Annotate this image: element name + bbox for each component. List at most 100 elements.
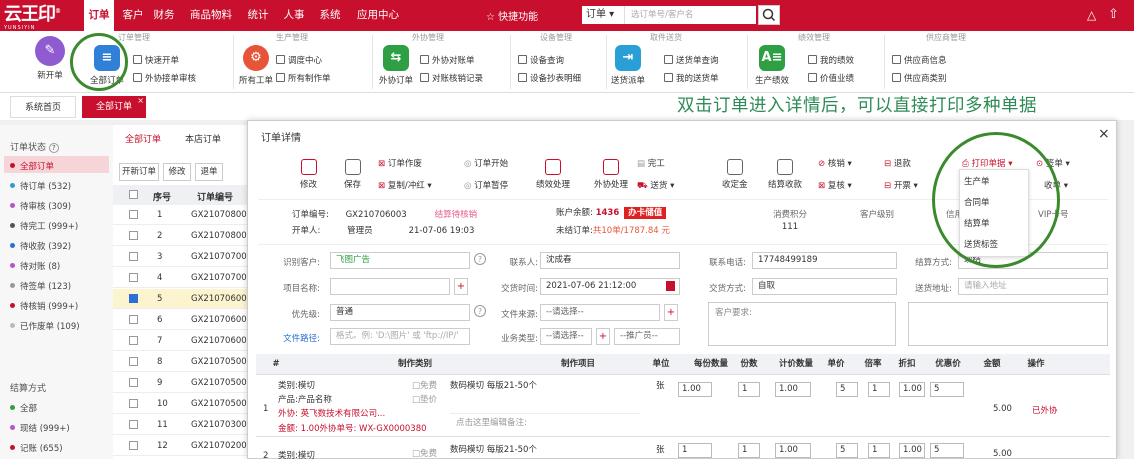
project-select[interactable] [330,278,450,295]
collapse-up-icon[interactable]: ⇧ [1108,7,1119,22]
settle-filter-item[interactable]: 现结 (999+) [10,422,70,434]
file-path-label[interactable]: 文件路径: [268,332,320,344]
tab-home[interactable]: 系统首页 [10,96,76,118]
supplier-class-button[interactable]: 供应商类别 [892,72,947,84]
file-source-select[interactable]: --请选择-- [540,304,660,321]
search-input[interactable]: 选订单号/客户名 [624,6,756,24]
item-copies-input[interactable]: 1 [738,382,760,397]
device-meter-button[interactable]: 设备抄表明细 [518,72,581,84]
nav-finance[interactable]: 财务 [150,0,178,31]
new-order-button[interactable]: ✎ 新开单 [30,36,70,81]
customer-input[interactable]: 飞图广告 [330,252,470,269]
save-button[interactable]: 保存 [344,159,361,190]
item-rate-input[interactable]: 1 [868,443,890,458]
outsource-account-button[interactable]: 外协对账单 [420,54,475,66]
table-row[interactable]: 3 GX21070700 [113,247,253,267]
delivery-time-input[interactable]: 2021-07-06 21:12:00 [540,278,680,295]
free-checkbox[interactable]: □免费 [412,447,437,459]
free-checkbox[interactable]: □免费 [412,379,437,391]
add-project-button[interactable]: + [454,278,468,295]
add-source-button[interactable]: + [664,304,678,321]
nav-order[interactable]: 订单 [84,0,114,31]
value-perf-button[interactable]: 价值业绩 [808,72,854,84]
recheck-button[interactable]: ⊠ 复核 ▾ [818,179,852,191]
item-calc-input[interactable]: 1.00 [775,382,811,397]
item-price-input[interactable]: 5 [836,382,858,397]
close-icon[interactable]: × [137,90,144,112]
pause-button[interactable]: ◎ 订单暂停 [464,179,508,191]
outsource-order-button[interactable]: ⇆ 外协订单 [376,45,416,86]
delivery-query-button[interactable]: 送货单查询 [664,54,719,66]
search-button[interactable] [758,5,780,25]
help-icon[interactable]: ? [474,253,486,265]
invoice-button[interactable]: ⊟ 开票 ▾ [884,179,918,191]
nav-hr[interactable]: 人事 [280,0,308,31]
status-filter-item[interactable]: 待订单 (532) [10,180,71,192]
table-row[interactable]: 10 GX21070500 [113,394,253,414]
phone-input[interactable]: 17748499189 [752,252,897,269]
schedule-button[interactable]: 调度中心 [276,54,322,66]
item-disc-input[interactable]: 1.00 [899,443,925,458]
quick-function[interactable]: ☆ 快捷功能 [486,8,538,23]
table-row[interactable]: 4 GX21070700 [113,268,253,288]
delivery-dispatch-button[interactable]: ⇥ 送货派单 [608,45,648,86]
row-checkbox[interactable] [129,231,138,240]
edit-button[interactable]: 修改 [300,159,317,190]
row-checkbox[interactable] [129,252,138,261]
table-row[interactable]: 2 GX21070800 [113,226,253,246]
start-button[interactable]: ◎ 订单开始 [464,157,508,169]
item-copies-input[interactable]: 1 [738,443,760,458]
status-filter-item[interactable]: 全部订单 [10,160,54,172]
table-row[interactable]: 1 GX21070800 [113,205,253,225]
settle-button[interactable]: 结算收款 [768,159,802,190]
new-order-list-button[interactable]: 开新订单 [119,163,159,181]
help-icon[interactable]: ? [48,143,59,153]
item-qty-input[interactable]: 1.00 [678,382,712,397]
outsource-button[interactable]: 外协处理 [594,159,628,190]
row-checkbox[interactable] [129,378,138,387]
nav-customer[interactable]: 客户 [119,0,147,31]
row-checkbox[interactable] [129,441,138,450]
order-select[interactable]: 订单 ▾ [582,6,624,24]
settle-filter-item[interactable]: 记账 (655) [10,442,63,454]
select-all-checkbox[interactable] [129,190,138,199]
item-disc-input[interactable]: 1.00 [899,382,925,397]
contact-input[interactable]: 沈成春 [540,252,680,269]
delivery-button[interactable]: ⛟ 送货 ▾ [637,179,674,192]
item-calc-input[interactable]: 1.00 [775,443,811,458]
table-row[interactable]: 5 GX21070600 [113,289,253,309]
copy-button[interactable]: ⊠ 复制/冲红 ▾ [378,179,432,191]
note-input[interactable] [908,302,1108,346]
table-row[interactable]: 11 GX21070300 [113,415,253,435]
my-perf-button[interactable]: 我的绩效 [808,54,854,66]
refund-button[interactable]: ⊟ 退款 [884,157,911,169]
nav-stats[interactable]: 统计 [244,0,272,31]
item-rate-input[interactable]: 1 [868,382,890,397]
outsource-review-button[interactable]: 外协接单审核 [133,72,196,84]
table-row[interactable]: 9 GX21070500 [113,373,253,393]
address-input[interactable]: 请输入地址 [958,278,1108,295]
quick-order-button[interactable]: 快速开单 [133,54,179,66]
finish-button[interactable]: ▤ 完工 [637,157,665,169]
my-delivery-button[interactable]: 我的送货单 [664,72,719,84]
list-tab-store[interactable]: 本店订单 [185,129,221,151]
prod-perf-button[interactable]: A≡ 生产绩效 [752,45,792,86]
status-filter-item[interactable]: 待对账 (8) [10,260,60,272]
list-tab-all[interactable]: 全部订单 [119,129,167,151]
nav-apps[interactable]: 应用中心 [352,0,404,31]
status-filter-item[interactable]: 待签单 (123) [10,280,71,292]
card-recharge-button[interactable]: 办卡储值 [624,207,667,219]
row-checkbox[interactable] [129,273,138,282]
row-checkbox[interactable] [129,336,138,345]
row-checkbox[interactable] [129,315,138,324]
promoter-select[interactable]: --推广员-- [614,328,680,345]
bell-icon[interactable]: △ [1087,8,1096,22]
status-filter-item[interactable]: 已作废单 (109) [10,320,80,332]
supplier-info-button[interactable]: 供应商信息 [892,54,947,66]
row-checkbox[interactable] [129,420,138,429]
biz-type-select[interactable]: --请选择-- [540,328,592,345]
all-work-button[interactable]: ⚙ 所有工单 [236,45,276,86]
row-checkbox[interactable] [129,294,138,303]
item-price-input[interactable]: 5 [836,443,858,458]
delivery-mode-select[interactable]: 自取 [752,278,897,295]
